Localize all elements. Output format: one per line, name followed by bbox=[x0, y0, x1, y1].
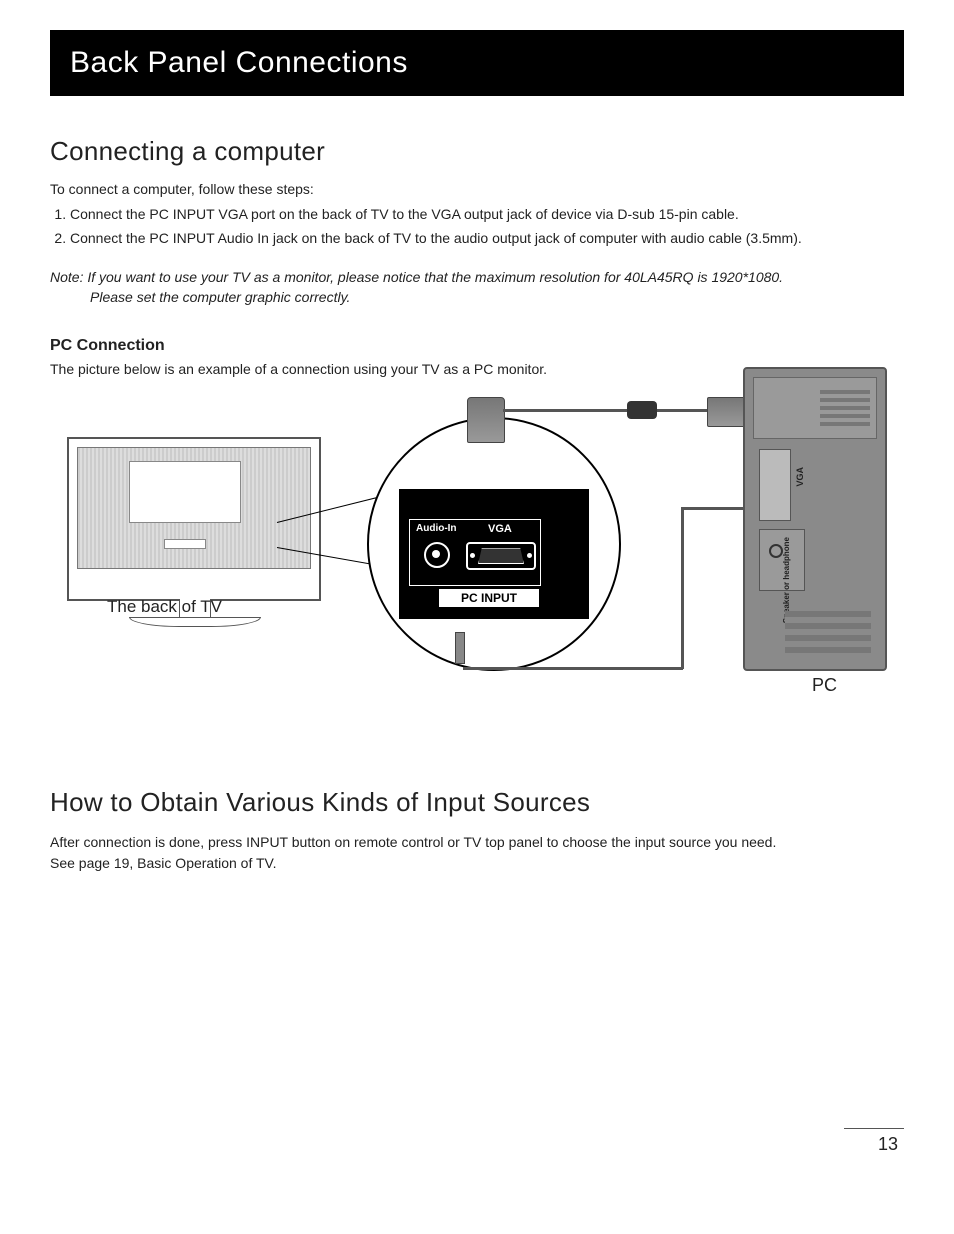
vga-label: VGA bbox=[488, 523, 512, 535]
tv-label: The back of TV bbox=[107, 597, 222, 617]
pc-label: PC bbox=[812, 675, 837, 696]
note-line1: Note: If you want to use your TV as a mo… bbox=[50, 269, 783, 285]
pc-input-label: PC INPUT bbox=[439, 589, 539, 607]
step-2: Connect the PC INPUT Audio In jack on th… bbox=[70, 229, 904, 249]
section-input-sources-title: How to Obtain Various Kinds of Input Sou… bbox=[50, 787, 904, 818]
input-sources-body2: See page 19, Basic Operation of TV. bbox=[50, 853, 904, 874]
pc-top-panel bbox=[753, 377, 877, 439]
audio-in-port-icon bbox=[424, 542, 450, 568]
tv-mount-panel bbox=[129, 461, 241, 523]
note-line2: Please set the computer graphic correctl… bbox=[50, 288, 904, 308]
pc-vga-label: VGA bbox=[795, 467, 805, 487]
vga-plug-icon bbox=[467, 397, 505, 443]
pc-input-panel: Audio-In VGA PC INPUT bbox=[399, 489, 589, 619]
tv-slot bbox=[164, 539, 206, 549]
audio-cable bbox=[463, 667, 683, 670]
page-banner: Back Panel Connections bbox=[50, 30, 904, 96]
screw-icon bbox=[470, 553, 475, 558]
section-connecting-computer-title: Connecting a computer bbox=[50, 136, 904, 167]
audio-cable bbox=[681, 507, 751, 510]
page-number: 13 bbox=[50, 1134, 904, 1155]
intro-text: To connect a computer, follow these step… bbox=[50, 181, 904, 197]
pc-grill-icon bbox=[820, 390, 870, 430]
vga-cable bbox=[657, 409, 707, 412]
steps-list: Connect the PC INPUT VGA port on the bac… bbox=[50, 205, 904, 248]
audio-plug-icon bbox=[455, 632, 465, 664]
port-group: Audio-In VGA bbox=[409, 519, 541, 586]
audio-in-label: Audio-In bbox=[416, 523, 457, 534]
pc-vents-icon bbox=[785, 611, 871, 655]
note-text: Note: If you want to use your TV as a mo… bbox=[50, 268, 904, 307]
magnified-panel: Audio-In VGA PC INPUT bbox=[367, 417, 621, 671]
screw-icon bbox=[527, 553, 532, 558]
input-sources-body1: After connection is done, press INPUT bu… bbox=[50, 832, 904, 853]
pc-connection-heading: PC Connection bbox=[50, 337, 904, 355]
pc-vga-port-icon bbox=[759, 449, 791, 521]
pc-tower-illustration: VGA Speaker or headphone bbox=[743, 367, 887, 671]
step-1: Connect the PC INPUT VGA port on the bac… bbox=[70, 205, 904, 225]
dsub-connector-icon bbox=[478, 548, 524, 564]
vga-port-icon bbox=[466, 542, 536, 570]
ferrite-core-icon bbox=[627, 401, 657, 419]
connection-diagram: The back of TV Audio-In VGA PC INPUT bbox=[67, 387, 887, 727]
audio-cable bbox=[681, 507, 684, 669]
tv-stand-base bbox=[129, 617, 261, 627]
